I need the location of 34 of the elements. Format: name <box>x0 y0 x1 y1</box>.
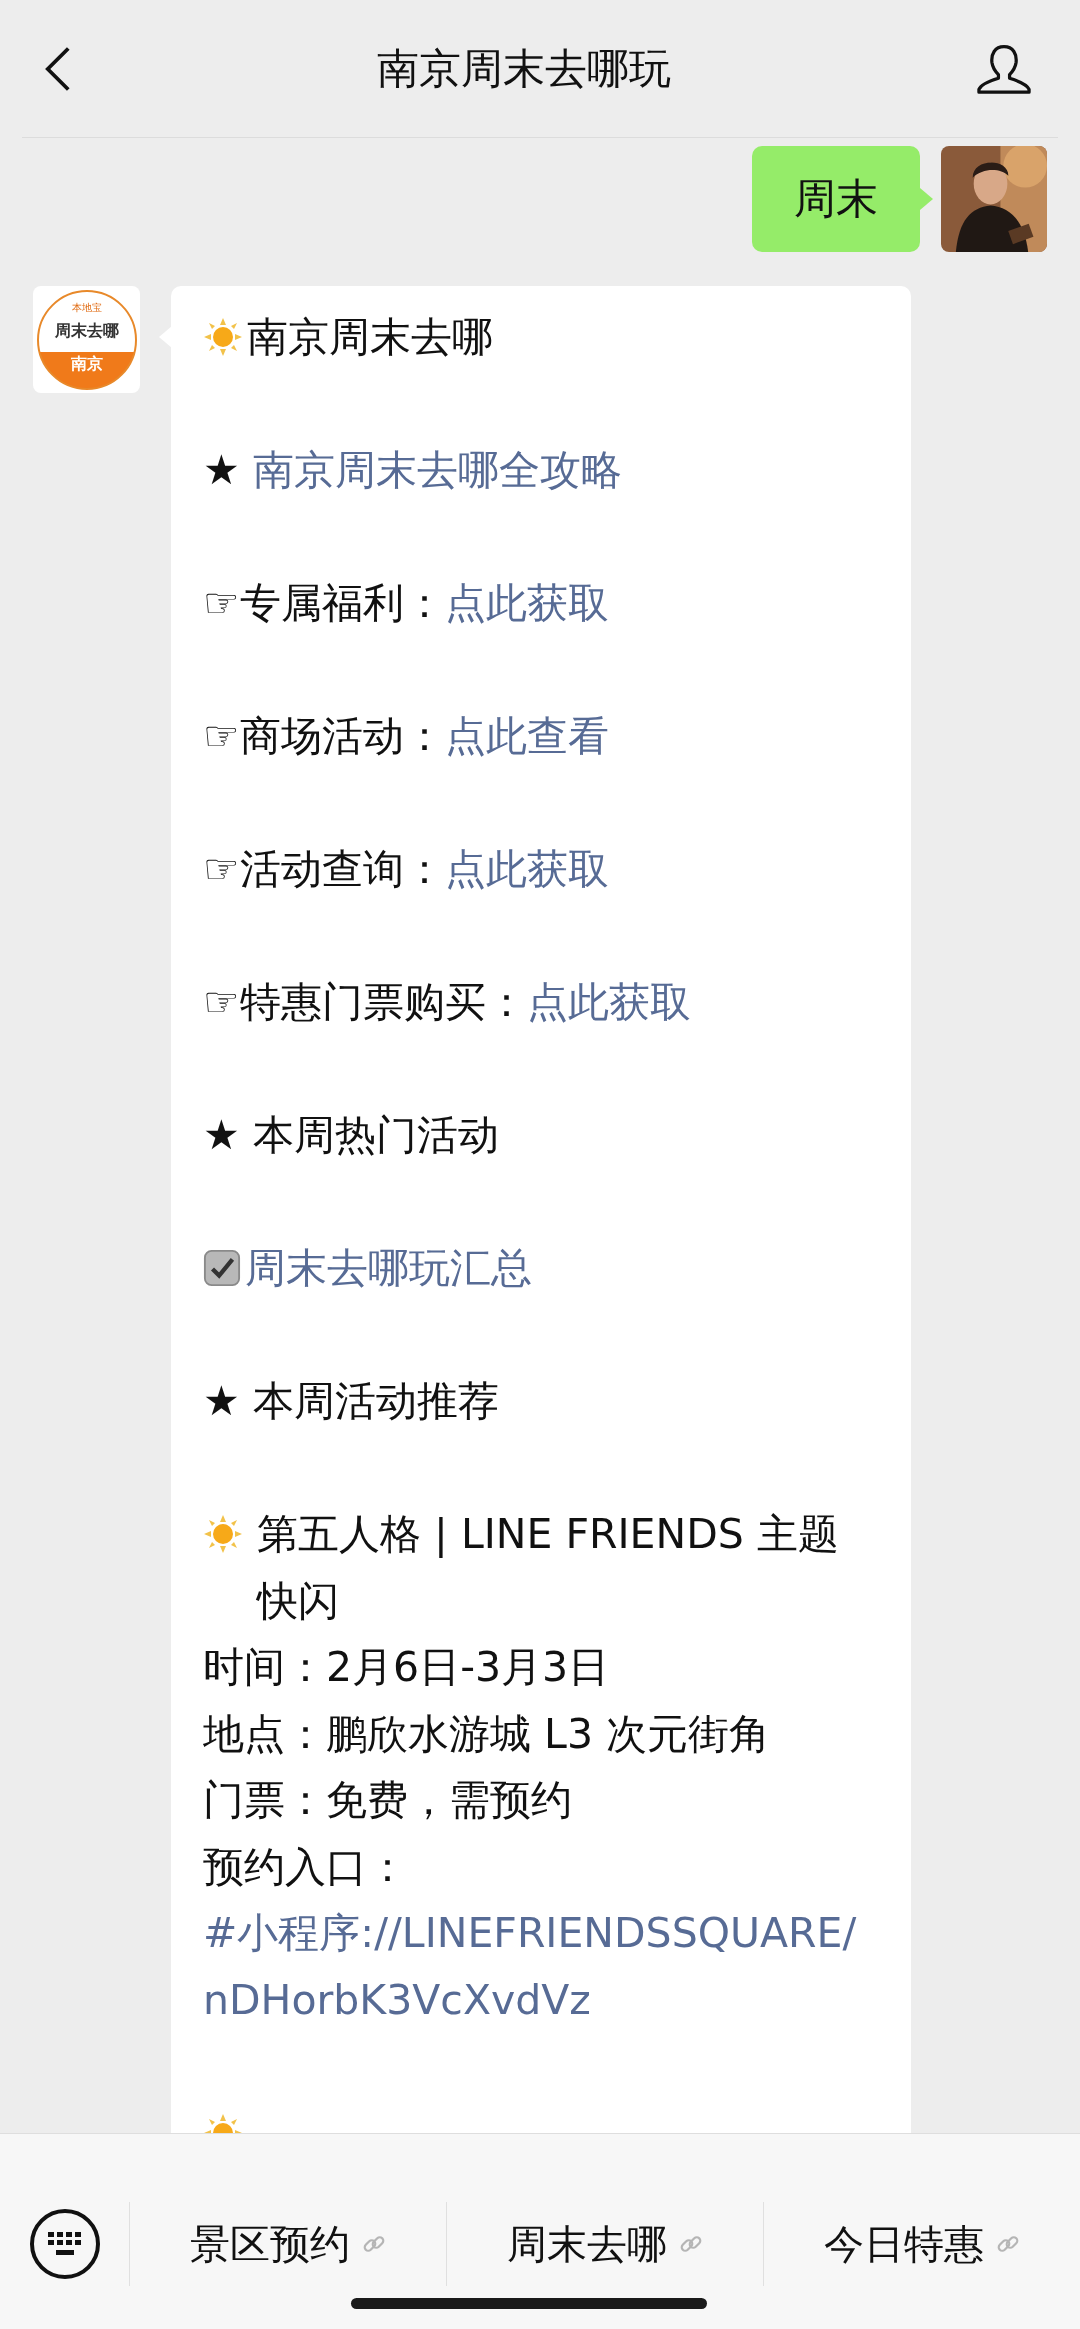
logo-text: 本地宝 <box>71 301 102 314</box>
message-text: ★ 本周热门活动 <box>203 1111 499 1159</box>
message-text: ★ 本周活动推荐 <box>203 1377 499 1425</box>
message-text: 南京周末去哪 <box>247 313 493 361</box>
checkbox-icon <box>203 1249 241 1288</box>
event-detail: 门票：免费，需预约 <box>203 1775 573 1826</box>
entry-label: 预约入口： <box>203 1841 409 1893</box>
menu-item[interactable]: 今日特惠 <box>763 2202 1080 2286</box>
message-link[interactable]: 点此获取 <box>444 579 609 627</box>
sun-icon <box>203 1514 243 1554</box>
message-link[interactable]: 点此获取 <box>444 845 609 893</box>
sent-message: 周末 <box>752 146 920 252</box>
message-text: ★ <box>203 446 241 494</box>
sun-icon <box>203 317 243 358</box>
message-text: ☞专属福利： <box>203 579 445 627</box>
event-detail: 地点：鹏欣水游城 L3 次元街角 <box>203 1708 771 1760</box>
message-text: ☞商场活动： <box>203 712 445 760</box>
profile-icon[interactable] <box>976 42 1032 95</box>
mini-program-link[interactable]: #小程序://LINEFRIENDSSQUARE/nDHorbK3VcXvdVz <box>203 1900 863 2033</box>
logo-text: 周末去哪 <box>54 319 119 342</box>
message-link[interactable]: 南京周末去哪全攻略 <box>252 446 622 494</box>
menu-item[interactable]: 景区预约 <box>129 2202 446 2286</box>
message-text: ☞特惠门票购买： <box>203 978 527 1026</box>
message-text: ☞活动查询： <box>203 845 445 893</box>
bubble-tail <box>920 188 933 210</box>
chat-title: 南京周末去哪玩 <box>377 42 671 95</box>
event-detail: 时间：2月6日-3月3日 <box>203 1642 611 1693</box>
event-title: 第五人格 | LINE FRIENDS 主题快闪 <box>257 1509 840 1627</box>
message-link[interactable]: 点此查看 <box>444 712 609 760</box>
keyboard-icon[interactable] <box>29 2208 101 2280</box>
message-link[interactable]: 点此获取 <box>526 978 691 1026</box>
menu-item[interactable]: 周末去哪 <box>446 2202 763 2286</box>
message-link[interactable]: 周末去哪玩汇总 <box>245 1244 532 1292</box>
logo-text: 南京 <box>70 353 103 374</box>
